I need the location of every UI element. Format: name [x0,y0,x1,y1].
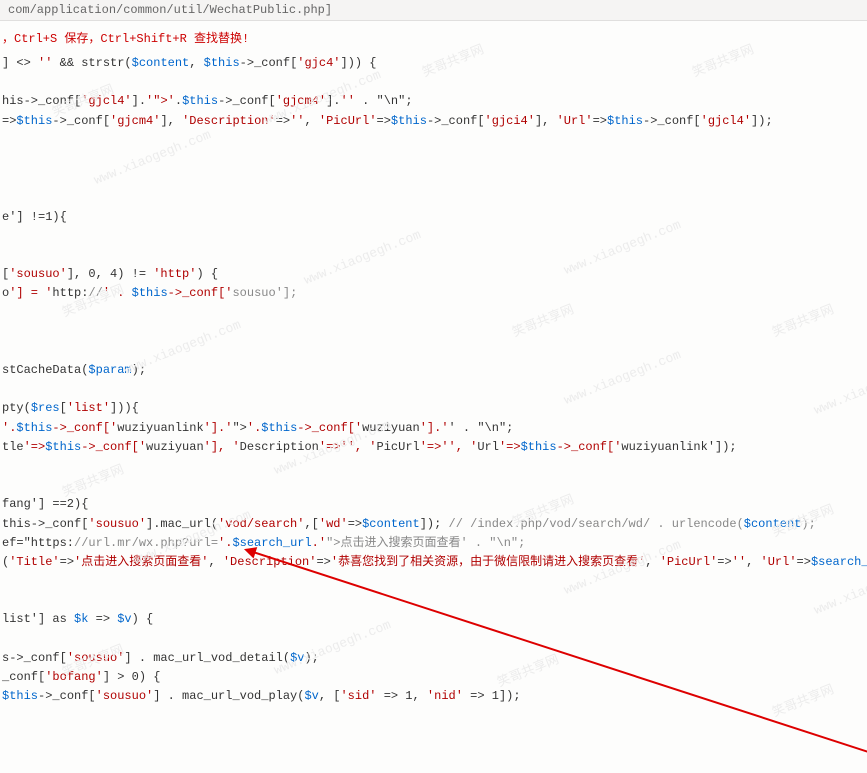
code-line: stCacheData($param); [2,363,146,377]
code-line: tle'=>$this->_conf['wuziyuan'], 'Descrip… [2,440,737,454]
instruction-line: ，Ctrl+S 保存，Ctrl+Shift+R 查找替换! [0,21,867,54]
code-line: pty($res['list'])){ [2,401,139,415]
file-path: com/application/common/util/WechatPublic… [8,3,332,17]
code-line: this->_conf['sousuo'].mac_url('vod/searc… [2,517,816,531]
code-line: ['sousuo'], 0, 4) != 'http') { [2,267,218,281]
code-line: '.$this->_conf['wuziyuanlink'].'">'.$thi… [2,421,513,435]
header-bar: com/application/common/util/WechatPublic… [0,0,867,21]
instruction-text: ，Ctrl+S 保存，Ctrl+Shift+R 查找替换! [2,32,249,46]
code-line: e'] !=1){ [2,210,67,224]
code-line: $this->_conf['sousuo'] . mac_url_vod_pla… [2,689,521,703]
code-line: o'] = 'http://' . $this->_conf['sousuo']… [2,286,297,300]
code-line: ] <> '' && strstr($content, $this->_conf… [2,56,377,70]
code-line: _conf['bofang'] > 0) { [2,670,160,684]
code-line: fang'] ==2){ [2,497,88,511]
code-line: ef="https://url.mr/wx.php?url='.$search_… [2,536,525,550]
code-line: his->_conf['gjcl4'].'">'.$this->_conf['g… [2,94,413,108]
code-line: ('Title'=>'点击进入搜索页面查看', 'Description'=>'… [2,555,867,569]
code-line: s->_conf['sousuo'] . mac_url_vod_detail(… [2,651,319,665]
code-block: ] <> '' && strstr($content, $this->_conf… [0,54,867,706]
code-line: =>$this->_conf['gjcm4'], 'Description'=>… [2,114,773,128]
code-line: list'] as $k => $v) { [2,612,153,626]
